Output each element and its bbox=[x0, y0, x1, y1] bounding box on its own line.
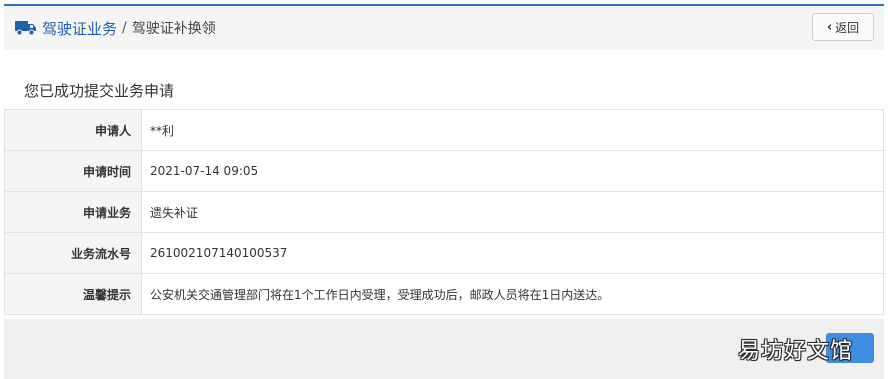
row-label: 业务流水号 bbox=[4, 232, 142, 274]
table-row: 申请业务 遗失补证 bbox=[4, 191, 884, 233]
breadcrumb: 驾驶证业务 / 驾驶证补换领 bbox=[15, 6, 216, 50]
page-header: 驾驶证业务 / 驾驶证补换领 ‹ 返回 bbox=[4, 6, 884, 50]
breadcrumb-main-link[interactable]: 驾驶证业务 bbox=[42, 18, 117, 39]
breadcrumb-current: 驾驶证补换领 bbox=[131, 21, 216, 37]
watermark: 易坊好文馆 bbox=[738, 339, 854, 364]
application-details-table: 申请人 **利 申请时间 2021-07-14 09:05 申请业务 遗失补证 … bbox=[4, 109, 884, 315]
table-row: 温馨提示 公安机关交通管理部门将在1个工作日内受理，受理成功后，邮政人员将在1日… bbox=[4, 273, 884, 315]
chevron-left-icon: ‹ bbox=[826, 19, 833, 35]
row-label: 温馨提示 bbox=[4, 273, 142, 315]
table-row: 业务流水号 261002107140100537 bbox=[4, 232, 884, 274]
row-label: 申请人 bbox=[4, 109, 142, 151]
row-value: 2021-07-14 09:05 bbox=[141, 150, 884, 192]
row-value: **利 bbox=[141, 109, 884, 151]
row-label: 申请业务 bbox=[4, 191, 142, 233]
row-value: 261002107140100537 bbox=[141, 232, 884, 274]
page-title: 您已成功提交业务申请 bbox=[24, 82, 175, 100]
row-value: 公安机关交通管理部门将在1个工作日内受理，受理成功后，邮政人员将在1日内送达。 bbox=[141, 273, 884, 315]
breadcrumb-separator: / bbox=[122, 20, 127, 36]
table-row: 申请人 **利 bbox=[4, 109, 884, 151]
truck-icon bbox=[15, 20, 37, 36]
row-label: 申请时间 bbox=[4, 150, 142, 192]
row-value: 遗失补证 bbox=[141, 191, 884, 233]
table-row: 申请时间 2021-07-14 09:05 bbox=[4, 150, 884, 192]
back-button-label: 返回 bbox=[835, 20, 860, 35]
back-button[interactable]: ‹ 返回 bbox=[812, 13, 874, 41]
